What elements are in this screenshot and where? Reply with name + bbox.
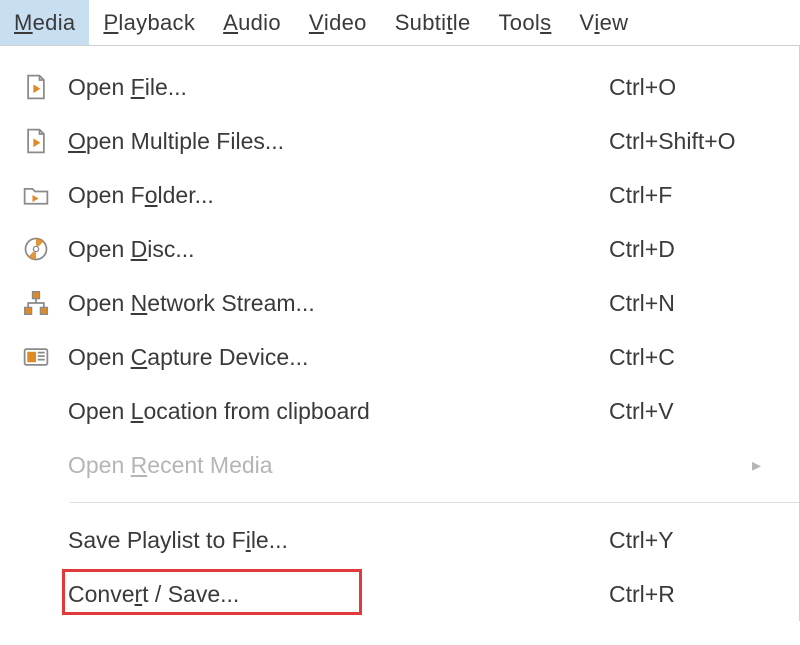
menu-item-open-folder[interactable]: Open Folder...Ctrl+F xyxy=(0,168,799,222)
menu-separator xyxy=(70,502,799,503)
menu-item-open-disc[interactable]: Open Disc...Ctrl+D xyxy=(0,222,799,276)
menu-item-open-location-from-clipboard[interactable]: Open Location from clipboardCtrl+V xyxy=(0,384,799,438)
menu-item-shortcut: Ctrl+O xyxy=(609,74,769,101)
menu-item-label: Open Disc... xyxy=(68,236,609,263)
menubar-item-tools[interactable]: Tools xyxy=(485,0,566,45)
chevron-right-icon: ▸ xyxy=(752,455,761,476)
menubar-item-media[interactable]: Media xyxy=(0,0,89,45)
menu-item-shortcut: Ctrl+Shift+O xyxy=(609,128,769,155)
menubar-item-playback[interactable]: Playback xyxy=(89,0,209,45)
menu-item-label: Open Folder... xyxy=(68,182,609,209)
blank-icon xyxy=(20,395,52,427)
file-play-icon xyxy=(20,71,52,103)
menu-item-label: Convert / Save... xyxy=(68,581,609,608)
menu-item-open-multiple-files[interactable]: Open Multiple Files...Ctrl+Shift+O xyxy=(0,114,799,168)
menu-item-label: Open Recent Media xyxy=(68,452,609,479)
menu-item-open-network-stream[interactable]: Open Network Stream...Ctrl+N xyxy=(0,276,799,330)
menu-item-convert-save[interactable]: Convert / Save...Ctrl+R xyxy=(0,567,799,621)
menu-item-label: Open File... xyxy=(68,74,609,101)
menu-item-open-file[interactable]: Open File...Ctrl+O xyxy=(0,60,799,114)
menubar-item-video[interactable]: Video xyxy=(295,0,381,45)
disc-icon xyxy=(20,233,52,265)
menu-item-open-capture-device[interactable]: Open Capture Device...Ctrl+C xyxy=(0,330,799,384)
menu-item-open-recent-media: Open Recent Media ▸ xyxy=(0,438,799,492)
blank-icon xyxy=(20,449,52,481)
menu-item-shortcut: Ctrl+V xyxy=(609,398,769,425)
media-menu-dropdown: Open File...Ctrl+O Open Multiple Files..… xyxy=(0,46,800,621)
blank-icon xyxy=(20,578,52,610)
menu-item-label: Open Location from clipboard xyxy=(68,398,609,425)
menu-item-label: Save Playlist to File... xyxy=(68,527,609,554)
menubar-item-view[interactable]: View xyxy=(565,0,642,45)
menu-item-shortcut: Ctrl+Y xyxy=(609,527,769,554)
network-icon xyxy=(20,287,52,319)
menu-item-shortcut: Ctrl+C xyxy=(609,344,769,371)
capture-icon xyxy=(20,341,52,373)
menu-item-label: Open Multiple Files... xyxy=(68,128,609,155)
file-play-icon xyxy=(20,125,52,157)
menu-item-label: Open Network Stream... xyxy=(68,290,609,317)
menu-item-shortcut: Ctrl+F xyxy=(609,182,769,209)
menu-item-shortcut: Ctrl+D xyxy=(609,236,769,263)
menu-item-shortcut: Ctrl+N xyxy=(609,290,769,317)
blank-icon xyxy=(20,524,52,556)
menu-item-save-playlist-to-file[interactable]: Save Playlist to File...Ctrl+Y xyxy=(0,513,799,567)
menu-item-label: Open Capture Device... xyxy=(68,344,609,371)
menubar-item-subtitle[interactable]: Subtitle xyxy=(381,0,485,45)
menu-item-shortcut: Ctrl+R xyxy=(609,581,769,608)
menubar-item-audio[interactable]: Audio xyxy=(209,0,295,45)
menubar: MediaPlaybackAudioVideoSubtitleToolsView xyxy=(0,0,800,46)
folder-play-icon xyxy=(20,179,52,211)
